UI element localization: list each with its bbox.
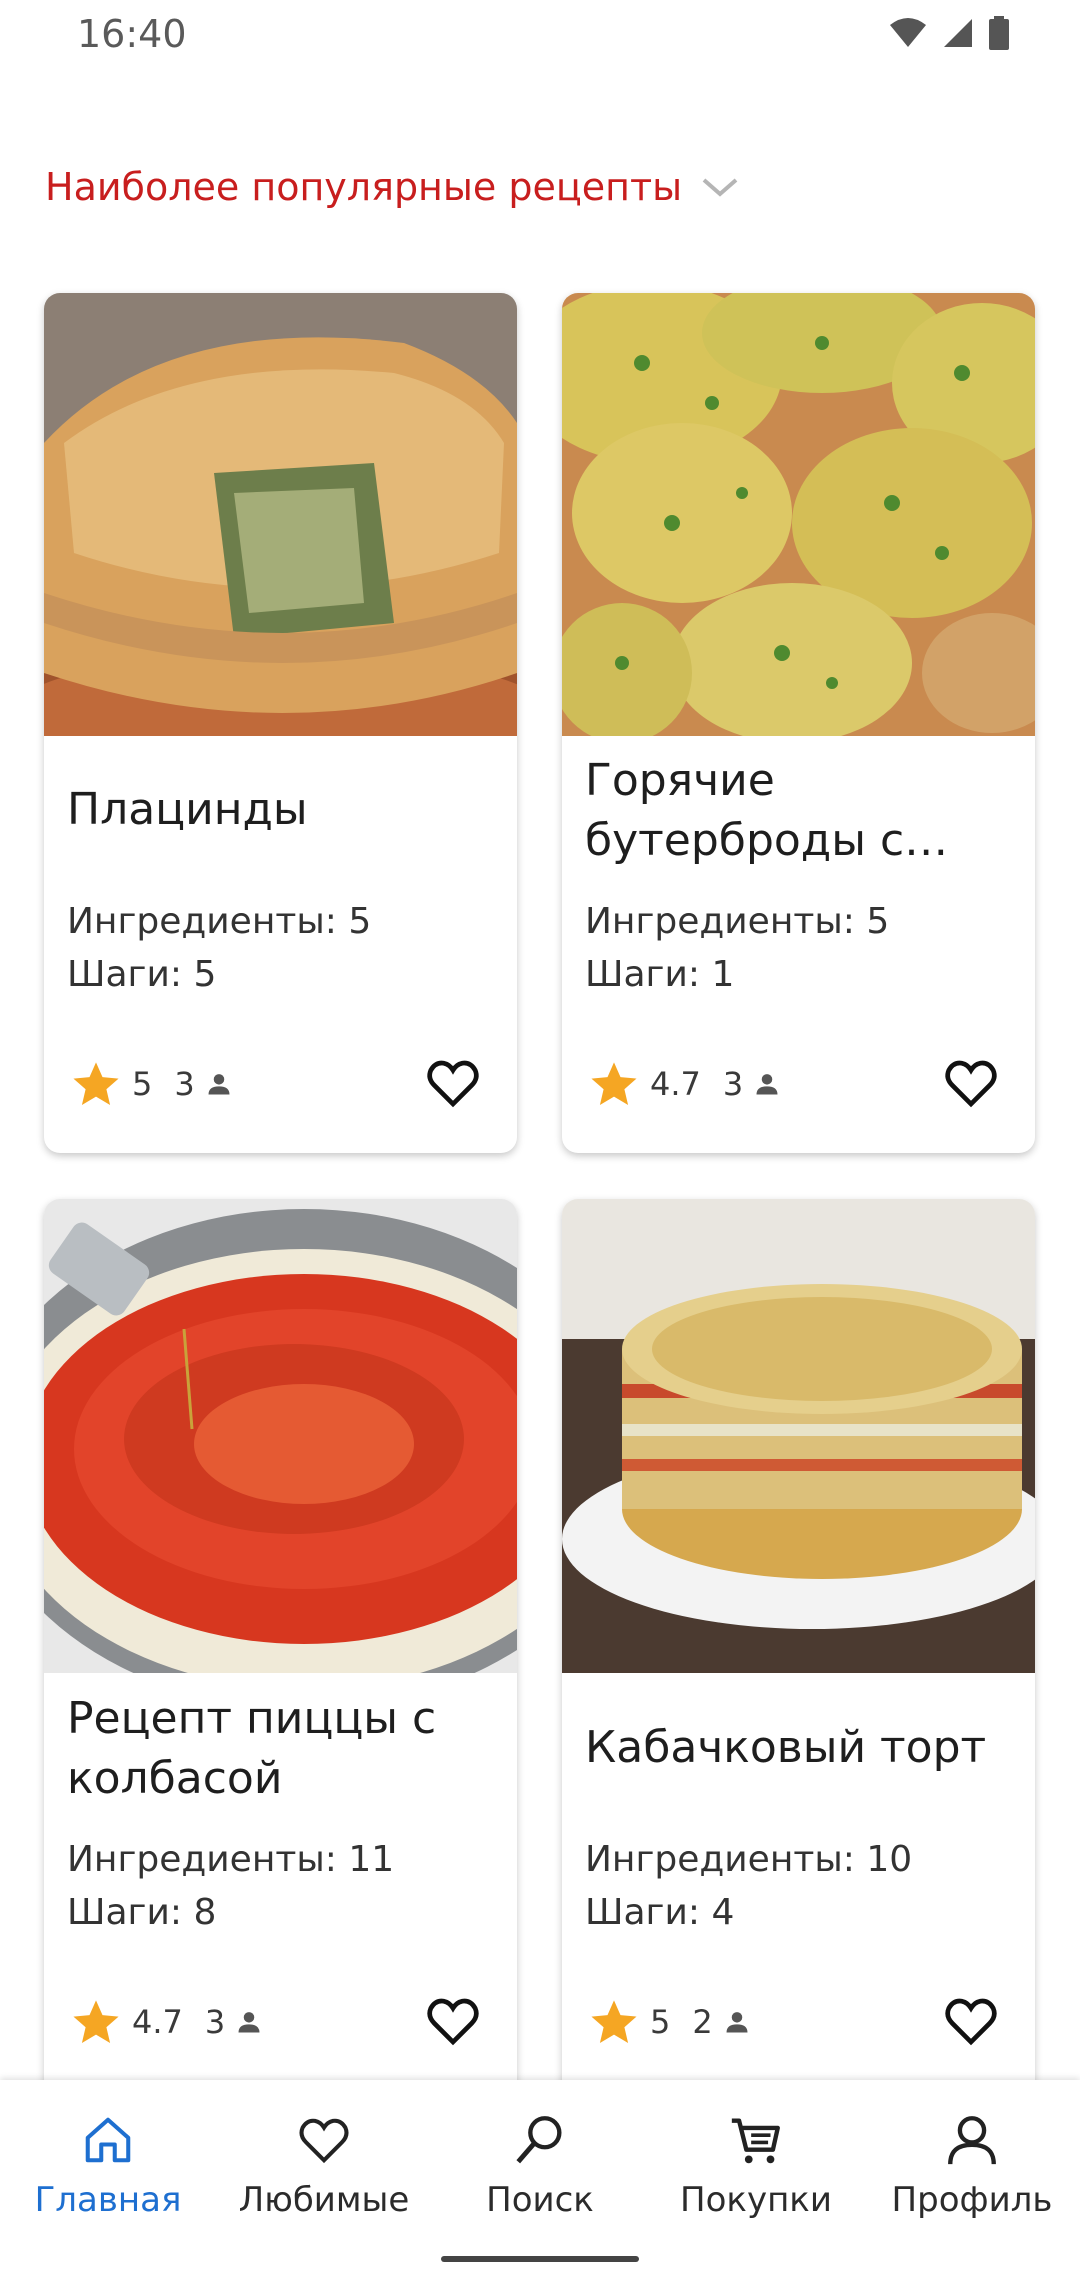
ingredients-label: Ингредиенты: bbox=[67, 901, 349, 942]
steps-value: 8 bbox=[193, 1892, 217, 1933]
zucchini-cake-photo bbox=[562, 1199, 1035, 1673]
status-bar: 16:40 bbox=[0, 0, 1080, 72]
recipe-title: Плацинды bbox=[67, 784, 308, 835]
person-icon bbox=[948, 2116, 996, 2165]
person-small-icon bbox=[238, 2012, 260, 2033]
nav-label: Поиск bbox=[486, 2180, 594, 2220]
pizza-dough-photo bbox=[44, 1199, 517, 1673]
person-small-icon bbox=[208, 1074, 230, 1095]
ingredients-count: Ингредиенты: 5 bbox=[585, 901, 889, 942]
star-icon bbox=[73, 1062, 119, 1106]
status-time: 16:40 bbox=[77, 12, 187, 56]
battery-icon bbox=[989, 16, 1009, 50]
steps-count: Шаги: 8 bbox=[67, 1892, 216, 1933]
steps-count: Шаги: 4 bbox=[585, 1892, 734, 1933]
rating-value: 5 bbox=[650, 2003, 671, 2041]
ingredients-value: 10 bbox=[866, 1839, 913, 1880]
favorite-heart-icon[interactable] bbox=[941, 1993, 1001, 2049]
ingredients-label: Ингредиенты: bbox=[585, 1839, 867, 1880]
bottom-nav: Главная Любимые Поиск Покупки Профиль bbox=[0, 2080, 1080, 2280]
steps-value: 4 bbox=[711, 1892, 735, 1933]
rating-row: 4.7 3 bbox=[70, 1996, 263, 2048]
nav-label: Профиль bbox=[891, 2180, 1053, 2220]
search-icon bbox=[516, 2116, 562, 2164]
steps-label: Шаги: bbox=[585, 1892, 712, 1933]
rating-row: 5 3 bbox=[70, 1058, 233, 1110]
steps-value: 1 bbox=[711, 954, 735, 995]
person-small-icon bbox=[756, 1074, 778, 1095]
placinda-photo bbox=[44, 293, 517, 736]
recipe-card[interactable]: Рецепт пиццы с колбасой Ингредиенты: 11 … bbox=[44, 1199, 517, 2099]
rating-value: 4.7 bbox=[132, 2003, 183, 2041]
favorite-heart-icon[interactable] bbox=[423, 1055, 483, 1111]
favorite-heart-icon[interactable] bbox=[423, 1993, 483, 2049]
home-indicator[interactable] bbox=[441, 2256, 639, 2262]
ingredients-value: 5 bbox=[348, 901, 372, 942]
ingredients-count: Ингредиенты: 11 bbox=[67, 1839, 394, 1880]
cart-icon bbox=[731, 2118, 780, 2164]
steps-label: Шаги: bbox=[67, 1892, 194, 1933]
recipe-title: Горячие бутерброды с сыр... bbox=[585, 755, 905, 866]
star-icon bbox=[73, 2000, 119, 2044]
cheese-toast-photo bbox=[562, 293, 1035, 736]
ingredients-count: Ингредиенты: 10 bbox=[585, 1839, 912, 1880]
ingredients-count: Ингредиенты: 5 bbox=[67, 901, 371, 942]
heart-icon bbox=[299, 2118, 349, 2164]
steps-label: Шаги: bbox=[585, 954, 712, 995]
steps-label: Шаги: bbox=[67, 954, 194, 995]
nav-label: Покупки bbox=[680, 2180, 832, 2220]
recipe-card[interactable]: Горячие бутерброды с сыр... Ингредиенты:… bbox=[562, 293, 1035, 1153]
steps-count: Шаги: 1 bbox=[585, 954, 734, 995]
chevron-down-icon bbox=[702, 178, 738, 197]
recipe-title: Кабачковый торт bbox=[585, 1722, 987, 1773]
votes-count: 3 bbox=[722, 1065, 744, 1103]
ingredients-label: Ингредиенты: bbox=[585, 901, 867, 942]
rating-value: 5 bbox=[132, 1065, 153, 1103]
nav-item-profile[interactable]: Профиль bbox=[864, 2110, 1080, 2220]
rating-row: 4.7 3 bbox=[588, 1058, 781, 1110]
votes-count: 3 bbox=[174, 1065, 195, 1103]
favorite-heart-icon[interactable] bbox=[941, 1055, 1001, 1111]
nav-item-shopping[interactable]: Покупки bbox=[648, 2110, 864, 2220]
star-icon bbox=[591, 2000, 637, 2044]
person-small-icon bbox=[726, 2012, 748, 2033]
rating-row: 5 2 bbox=[588, 1996, 751, 2048]
app-screen: 16:40 Наиболее популярные рецепты Плацин… bbox=[0, 0, 1080, 2280]
recipe-card[interactable]: Плацинды Ингредиенты: 5 Шаги: 5 5 3 bbox=[44, 293, 517, 1153]
nav-item-home[interactable]: Главная bbox=[0, 2110, 216, 2220]
steps-count: Шаги: 5 bbox=[67, 954, 216, 995]
ingredients-value: 11 bbox=[348, 1839, 395, 1880]
ingredients-value: 5 bbox=[866, 901, 890, 942]
nav-item-search[interactable]: Поиск bbox=[432, 2110, 648, 2220]
nav-label: Любимые bbox=[238, 2180, 410, 2220]
steps-value: 5 bbox=[193, 954, 217, 995]
rating-value: 4.7 bbox=[650, 1065, 701, 1103]
section-header[interactable]: Наиболее популярные рецепты bbox=[45, 165, 740, 209]
star-icon bbox=[591, 1062, 637, 1106]
ingredients-label: Ингредиенты: bbox=[67, 1839, 349, 1880]
nav-item-favorites[interactable]: Любимые bbox=[216, 2110, 432, 2220]
signal-icon bbox=[944, 19, 972, 47]
recipe-title: Рецепт пиццы с колбасой bbox=[67, 1693, 437, 1804]
votes-count: 3 bbox=[204, 2003, 226, 2041]
recipe-card[interactable]: Кабачковый торт Ингредиенты: 10 Шаги: 4 … bbox=[562, 1199, 1035, 2099]
home-icon bbox=[85, 2117, 131, 2163]
votes-count: 2 bbox=[692, 2003, 713, 2041]
status-icons bbox=[888, 16, 1010, 50]
nav-label: Главная bbox=[34, 2180, 182, 2220]
section-title: Наиболее популярные рецепты bbox=[45, 165, 683, 209]
wifi-icon bbox=[890, 18, 926, 47]
